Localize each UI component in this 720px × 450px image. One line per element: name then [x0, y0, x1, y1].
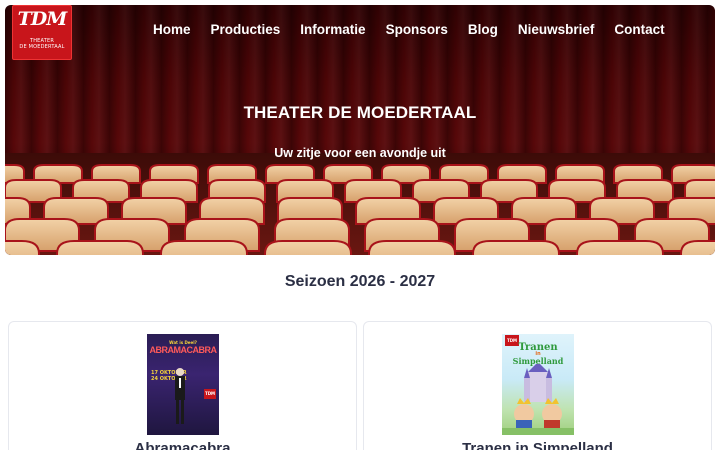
hero-subtitle: Uw zitje voor een avondje uit [274, 146, 446, 160]
nav-sponsors[interactable]: Sponsors [376, 22, 458, 37]
nav-informatie[interactable]: Informatie [290, 22, 375, 37]
production-title[interactable]: Tranen in Simpelland [364, 440, 711, 450]
logo-subtitle: THEATER DE MOEDERTAAL [19, 38, 64, 50]
production-title[interactable]: Abramacabra [9, 440, 356, 450]
production-poster-tranen-in-simpelland[interactable]: TDM Tranen in Simpelland [502, 334, 574, 435]
season-heading: Seizoen 2026 - 2027 [284, 273, 436, 290]
nav-home[interactable]: Home [143, 22, 201, 37]
production-poster-abramacabra[interactable]: Wat is Deel? ABRAMACABRA 17 OKTOBER 24 O… [147, 334, 219, 435]
poster-logo: TDM [204, 389, 216, 399]
main-navigation: Home Producties Informatie Sponsors Blog… [143, 22, 675, 37]
poster-title-line-3: Simpelland [512, 356, 564, 366]
theatre-seat [680, 240, 715, 255]
nav-producties[interactable]: Producties [201, 22, 291, 37]
site-logo[interactable]: TDM THEATER DE MOEDERTAAL [12, 5, 72, 60]
nav-nieuwsbrief[interactable]: Nieuwsbrief [508, 22, 605, 37]
theatre-seat [472, 240, 560, 255]
poster-title: ABRAMACABRA [149, 345, 218, 355]
theatre-seat [264, 240, 352, 255]
theatre-seat [576, 240, 664, 255]
theatre-seat [56, 240, 144, 255]
theatre-seat [5, 240, 40, 255]
hero-banner: TDM THEATER DE MOEDERTAAL Home Productie… [5, 5, 715, 255]
logo-text: TDM [17, 8, 68, 30]
hero-title: THEATER DE MOEDERTAAL [243, 103, 477, 122]
magician-figure-illustration [175, 368, 185, 424]
theatre-seat [160, 240, 248, 255]
logo-subtitle-line-2: DE MOEDERTAAL [19, 44, 65, 50]
theatre-seats-illustration [5, 153, 715, 255]
nav-blog[interactable]: Blog [458, 22, 508, 37]
castle-and-royals-illustration [502, 364, 574, 435]
theatre-seat [368, 240, 456, 255]
nav-contact[interactable]: Contact [604, 22, 674, 37]
production-card-tranen-in-simpelland[interactable]: TDM Tranen in Simpelland Tranen in Simpe… [363, 321, 712, 450]
production-card-abramacabra[interactable]: Wat is Deel? ABRAMACABRA 17 OKTOBER 24 O… [8, 321, 357, 450]
